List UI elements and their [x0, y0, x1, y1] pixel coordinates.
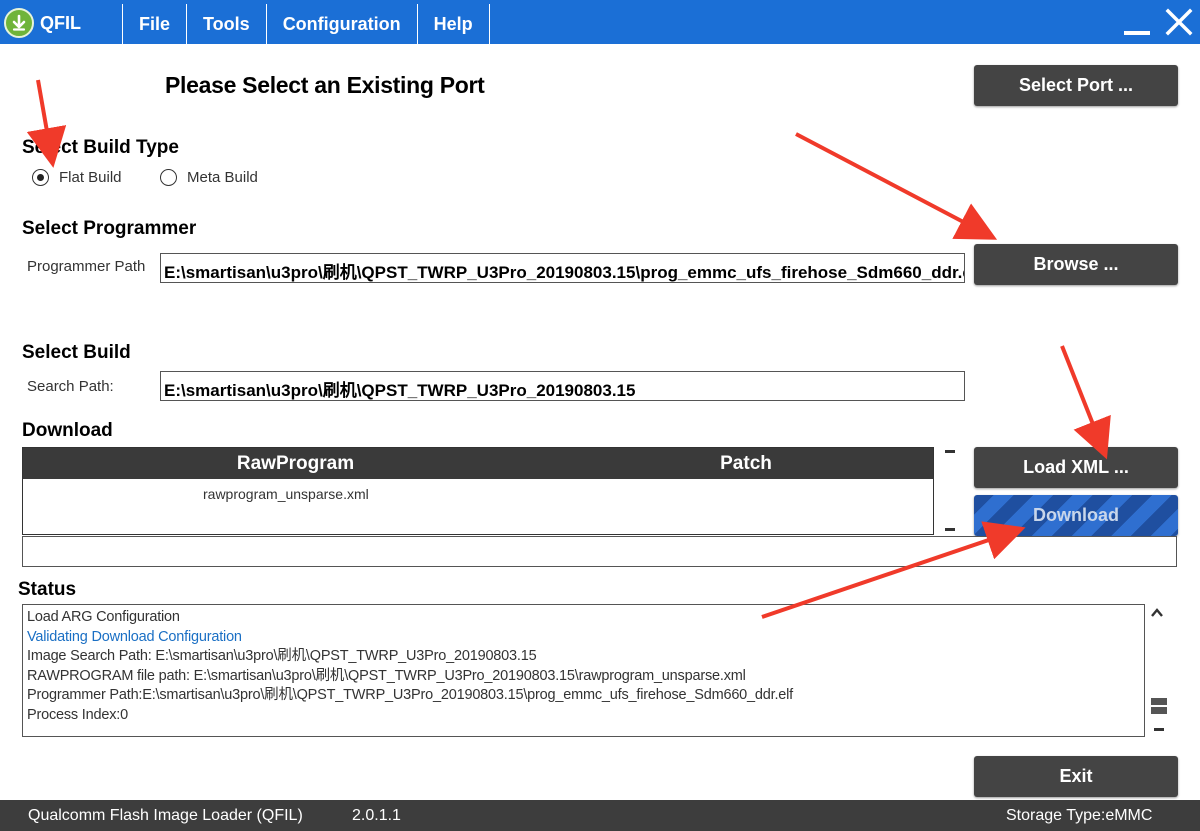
app-name: QFIL: [40, 12, 81, 33]
footer-version: 2.0.1.1: [352, 807, 401, 824]
status-line: Load ARG Configuration: [27, 609, 180, 625]
table-header: RawProgram Patch: [23, 448, 933, 479]
load-xml-button[interactable]: Load XML ...: [974, 447, 1178, 488]
search-path-label: Search Path:: [27, 378, 114, 395]
radio-meta-build-label: Meta Build: [187, 169, 258, 186]
footer-title: Qualcomm Flash Image Loader (QFIL): [28, 807, 303, 824]
programmer-heading: Select Programmer: [22, 218, 197, 239]
radio-flat-build-label: Flat Build: [59, 169, 122, 186]
select-port-button[interactable]: Select Port ...: [974, 65, 1178, 106]
search-path-field[interactable]: E:\smartisan\u3pro\刷机\QPST_TWRP_U3Pro_20…: [160, 371, 965, 401]
status-line: Validating Download Configuration: [27, 628, 242, 645]
table-scroll-up-icon[interactable]: [945, 450, 955, 453]
table-row[interactable]: rawprogram_unsparse.xml: [203, 486, 369, 502]
menu-help[interactable]: Help: [416, 4, 490, 44]
exit-button[interactable]: Exit: [974, 756, 1178, 797]
window-controls: [1124, 2, 1194, 42]
radio-meta-build[interactable]: Meta Build: [160, 169, 258, 186]
scroll-end-icon[interactable]: [1154, 728, 1164, 731]
status-line: Programmer Path:E:\smartisan\u3pro\刷机\QP…: [27, 687, 794, 703]
status-footer: Qualcomm Flash Image Loader (QFIL) 2.0.1…: [0, 800, 1200, 831]
download-table: RawProgram Patch rawprogram_unsparse.xml: [22, 447, 934, 535]
programmer-path-field[interactable]: E:\smartisan\u3pro\刷机\QPST_TWRP_U3Pro_20…: [160, 253, 965, 283]
app-logo: QFIL: [4, 4, 120, 42]
menu-bar: File Tools Configuration Help: [122, 4, 490, 44]
port-heading: Please Select an Existing Port: [165, 72, 485, 98]
status-heading: Status: [18, 579, 77, 600]
programmer-path-label: Programmer Path: [27, 258, 146, 275]
scroll-up-icon[interactable]: [1150, 606, 1164, 624]
radio-selected-dot: [37, 174, 44, 181]
download-button[interactable]: Download: [974, 495, 1178, 536]
column-patch[interactable]: Patch: [568, 453, 924, 475]
annotation-arrow: [795, 132, 998, 240]
footer-storage-type: Storage Type:eMMC: [1006, 807, 1153, 824]
radio-circle: [160, 169, 177, 186]
table-scroll-down-icon[interactable]: [945, 528, 955, 531]
scroll-thumb-icon[interactable]: [1151, 698, 1167, 714]
progress-bar: [22, 536, 1177, 567]
column-rawprogram[interactable]: RawProgram: [23, 453, 568, 475]
build-type-heading: Select Build Type: [22, 137, 179, 158]
status-line: Process Index:0: [27, 706, 128, 723]
status-log[interactable]: Load ARG Configuration Validating Downlo…: [22, 604, 1145, 737]
menu-tools[interactable]: Tools: [186, 4, 266, 44]
status-line: RAWPROGRAM file path: E:\smartisan\u3pro…: [27, 667, 746, 684]
browse-button[interactable]: Browse ...: [974, 244, 1178, 285]
menu-file[interactable]: File: [122, 4, 187, 44]
title-bar: QFIL File Tools Configuration Help: [0, 0, 1200, 44]
minimize-icon[interactable]: [1124, 31, 1150, 35]
build-heading: Select Build: [22, 342, 131, 363]
close-icon[interactable]: [1164, 7, 1194, 37]
menu-configuration[interactable]: Configuration: [265, 4, 417, 44]
radio-flat-build[interactable]: Flat Build: [32, 169, 122, 186]
radio-circle: [32, 169, 49, 186]
qfil-logo-icon: [4, 8, 34, 38]
status-line: Image Search Path: E:\smartisan\u3pro\刷机…: [27, 648, 537, 664]
annotation-arrow: [1060, 345, 1111, 460]
download-heading: Download: [22, 420, 113, 441]
